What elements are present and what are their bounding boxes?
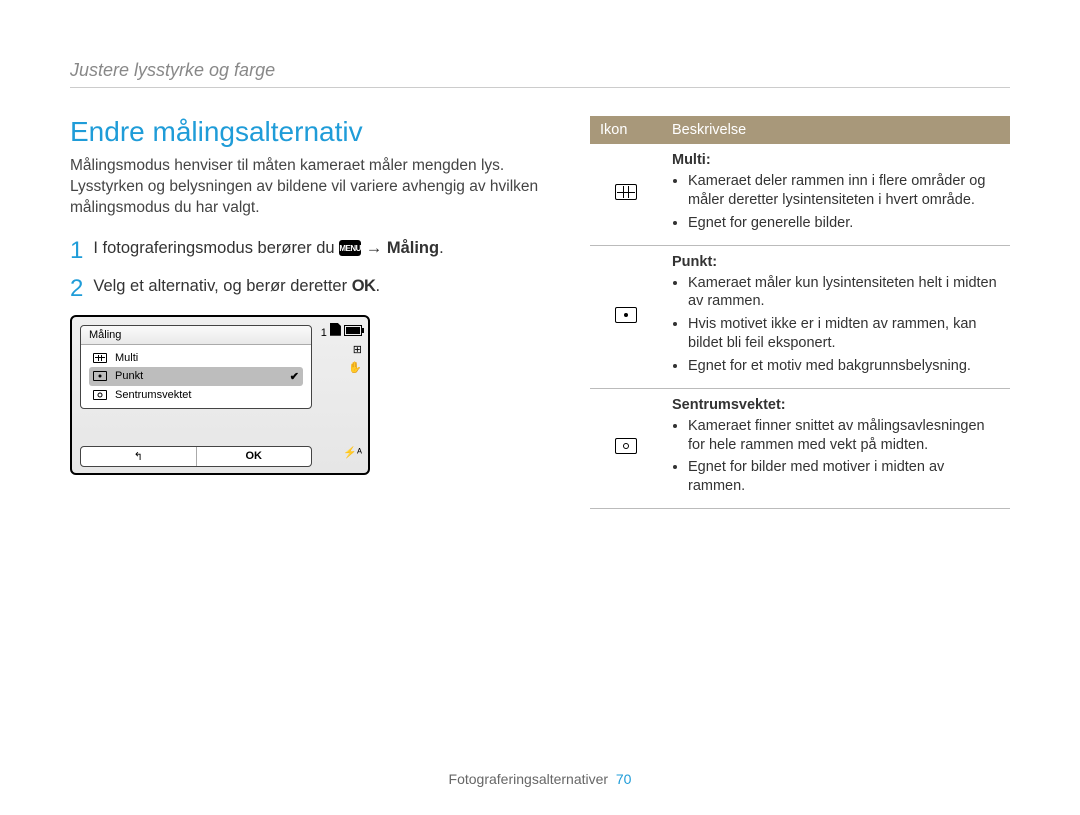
camera-menu-item-label: Multi bbox=[115, 352, 138, 364]
ok-icon-inline: OK bbox=[352, 277, 376, 295]
footer-section: Fotograferingsalternativer bbox=[449, 771, 609, 787]
camera-shot-count: 1 bbox=[321, 327, 327, 339]
table-row: Multi: Kameraet deler rammen inn i flere… bbox=[590, 144, 1010, 245]
step-2-end: . bbox=[375, 277, 380, 295]
page-title: Endre målingsalternativ bbox=[70, 116, 550, 148]
row-bullet: Egnet for et motiv med bakgrunnsbelysnin… bbox=[688, 357, 1000, 376]
intro-text: Målingsmodus henviser til måten kameraet… bbox=[70, 156, 550, 219]
row-title-sentrum: Sentrumsvektet: bbox=[672, 397, 786, 413]
footer-page-number: 70 bbox=[616, 771, 632, 787]
table-header-icon: Ikon bbox=[590, 116, 662, 144]
row-title-multi: Multi: bbox=[672, 152, 711, 168]
camera-ok-button[interactable]: OK bbox=[197, 447, 312, 466]
flash-auto-icon: ⚡ᴬ bbox=[321, 446, 362, 461]
row-bullet: Kameraet deler rammen inn i flere område… bbox=[688, 172, 1000, 210]
spot-icon bbox=[93, 371, 107, 381]
row-bullet: Hvis motivet ikke er i midten av rammen,… bbox=[688, 315, 1000, 353]
row-bullet: Kameraet finner snittet av målingsavlesn… bbox=[688, 417, 1000, 455]
check-icon: ✔ bbox=[290, 370, 299, 383]
step-2-number: 2 bbox=[70, 277, 83, 301]
multi-icon bbox=[615, 184, 637, 200]
camera-menu-item-punkt[interactable]: Punkt ✔ bbox=[89, 367, 303, 386]
stabilizer-icon: ✋ bbox=[321, 361, 362, 376]
row-title-punkt: Punkt: bbox=[672, 254, 717, 270]
table-row: Sentrumsvektet: Kameraet finner snittet … bbox=[590, 388, 1010, 508]
center-weighted-icon bbox=[615, 438, 637, 454]
camera-screenshot: Måling Multi Punkt ✔ Se bbox=[70, 315, 370, 475]
camera-back-button[interactable]: ↰ bbox=[81, 447, 197, 466]
menu-icon: MENU bbox=[339, 240, 361, 256]
step-1-text-pre: I fotograferingsmodus berører du bbox=[93, 239, 339, 257]
camera-bottom-bar: ↰ OK bbox=[80, 446, 312, 467]
battery-icon bbox=[344, 325, 362, 336]
breadcrumb: Justere lysstyrke og farge bbox=[70, 60, 1010, 88]
camera-menu-item-multi[interactable]: Multi bbox=[89, 349, 303, 367]
metering-table: Ikon Beskrivelse Multi: Kameraet deler r… bbox=[590, 116, 1010, 509]
camera-menu-item-label: Punkt bbox=[115, 370, 143, 382]
step-1-number: 1 bbox=[70, 239, 83, 263]
row-bullet: Egnet for generelle bilder. bbox=[688, 214, 1000, 233]
step-2: 2 Velg et alternativ, og berør deretter … bbox=[70, 277, 550, 301]
exposure-comp-icon: ⊞ bbox=[321, 343, 362, 358]
sd-card-icon bbox=[330, 323, 341, 336]
step-1-end: . bbox=[439, 239, 444, 257]
spot-icon bbox=[615, 307, 637, 323]
center-weighted-icon bbox=[93, 390, 107, 400]
multi-icon bbox=[93, 353, 107, 363]
camera-menu-panel: Måling Multi Punkt ✔ Se bbox=[80, 325, 312, 409]
camera-status-icons: 1 ⊞ ✋ ⚡ᴬ bbox=[321, 323, 362, 464]
camera-menu-item-sentrum[interactable]: Sentrumsvektet bbox=[89, 386, 303, 404]
camera-menu-title: Måling bbox=[81, 326, 311, 345]
row-bullet: Kameraet måler kun lysintensiteten helt … bbox=[688, 274, 1000, 312]
step-1-bold: Måling bbox=[387, 239, 439, 257]
step-1: 1 I fotograferingsmodus berører du MENU … bbox=[70, 239, 550, 263]
row-bullet: Egnet for bilder med motiver i midten av… bbox=[688, 458, 1000, 496]
table-header-desc: Beskrivelse bbox=[662, 116, 1010, 144]
table-row: Punkt: Kameraet måler kun lysintensitete… bbox=[590, 245, 1010, 388]
page-footer: Fotograferingsalternativer 70 bbox=[0, 771, 1080, 787]
camera-menu-item-label: Sentrumsvektet bbox=[115, 389, 191, 401]
step-1-arrow: → bbox=[366, 239, 387, 257]
step-2-text: Velg et alternativ, og berør deretter bbox=[93, 277, 351, 295]
